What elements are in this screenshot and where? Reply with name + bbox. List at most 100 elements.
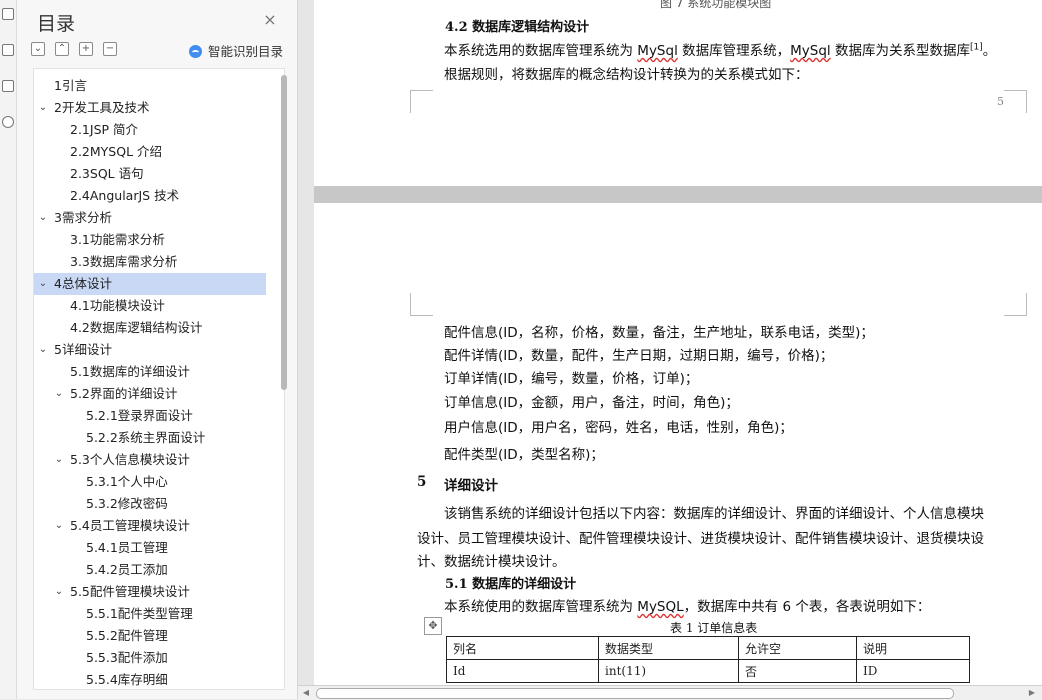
close-icon[interactable]: × [262, 12, 278, 28]
toc-item[interactable]: 5.4.2员工添加 [34, 559, 266, 581]
table-cell: ID [856, 659, 970, 683]
chevron-down-icon[interactable]: ⌄ [54, 515, 64, 537]
toc-list: 1引言 ⌄ 2开发工具及技术 2.1JSP 简介 2.2MYSQL 介绍 2.3SQL 语… [33, 68, 285, 690]
toc-item-label: 1引言 [54, 78, 87, 93]
toc-item[interactable]: ⌄ 5.4员工管理模块设计 [34, 515, 266, 537]
document-page [314, 0, 1042, 186]
toc-item[interactable]: ⌄ 5.5配件管理模块设计 [34, 581, 266, 603]
toc-item-label: 2开发工具及技术 [54, 100, 150, 115]
toc-item[interactable]: 5.1数据库的详细设计 [34, 361, 266, 383]
toc-item[interactable]: 2.2MYSQL 介绍 [34, 141, 266, 163]
scroll-thumb[interactable] [316, 688, 954, 699]
scroll-left-icon[interactable]: ◀ [300, 687, 312, 699]
table-header-cell: 说明 [856, 636, 970, 660]
search-icon[interactable] [2, 116, 14, 128]
remove-heading-icon[interactable]: − [103, 42, 117, 56]
toc-item[interactable]: 5.3.2修改密码 [34, 493, 266, 515]
toc-item[interactable]: ⌄ 5详细设计 [34, 339, 266, 361]
toc-item[interactable]: ⌄ 5.3个人信息模块设计 [34, 449, 266, 471]
toc-item-label: 5详细设计 [54, 342, 112, 357]
chevron-down-icon[interactable]: ⌄ [38, 339, 48, 361]
toc-item-label: 3.1功能需求分析 [70, 232, 165, 247]
table-cell: Id [446, 659, 599, 683]
toc-item-label: 5.4员工管理模块设计 [70, 518, 190, 533]
horizontal-scrollbar[interactable]: ◀ ▶ [298, 685, 1042, 700]
page-number: 5 [997, 95, 1004, 108]
toc-title: 目录 [37, 13, 76, 35]
smart-toc-button[interactable]: 智能识别目录 [189, 41, 283, 60]
section-heading: 详细设计 [444, 478, 498, 494]
section-number: 5 [417, 474, 427, 490]
toc-item[interactable]: 5.5.4库存明细 [34, 669, 266, 689]
section-heading: 4.2 数据库逻辑结构设计 [445, 20, 590, 35]
order-info-table: 列名 数据类型 允许空 说明 Id int(11) 否 ID [446, 636, 970, 683]
chevron-down-icon[interactable]: ⌄ [54, 581, 64, 603]
toc-item-label: 5.3.2修改密码 [86, 496, 168, 511]
toc-item[interactable]: 5.2.2系统主界面设计 [34, 427, 266, 449]
toc-item[interactable]: 5.5.3配件添加 [34, 647, 266, 669]
scroll-right-icon[interactable]: ▶ [1026, 687, 1038, 699]
toc-item-label: 5.2界面的详细设计 [70, 386, 178, 401]
toc-item[interactable]: 4.1功能模块设计 [34, 295, 266, 317]
document-canvas [298, 0, 1042, 685]
toc-item[interactable]: 5.3.1个人中心 [34, 471, 266, 493]
toc-item-label: 5.3个人信息模块设计 [70, 452, 190, 467]
table-row: Id int(11) 否 ID [446, 659, 970, 683]
toc-item-label: 5.2.2系统主界面设计 [86, 430, 206, 445]
page-corner-mark [410, 293, 433, 316]
paragraph-line: 计、数据统计模块设计。 [417, 554, 566, 570]
page-corner-mark [410, 90, 433, 113]
toc-item[interactable]: 5.5.1配件类型管理 [34, 603, 266, 625]
bookmark-icon[interactable] [2, 44, 14, 56]
paragraph-line: 根据规则，将数据库的概念结构设计转换为的关系模式如下： [444, 67, 809, 83]
toc-item[interactable]: 1引言 [34, 75, 266, 97]
toc-item[interactable]: 3.1功能需求分析 [34, 229, 266, 251]
relation-schema-line: 配件信息(ID，名称，价格，数量，备注，生产地址，联系电话，类型)； [444, 325, 874, 341]
toc-item-label: 5.4.2员工添加 [86, 562, 168, 577]
toc-item[interactable]: 5.5.2配件管理 [34, 625, 266, 647]
toc-item[interactable]: 5.4.1员工管理 [34, 537, 266, 559]
relation-schema-line: 配件类型(ID，类型名称)； [444, 447, 604, 463]
table-header-cell: 允许空 [738, 636, 857, 660]
smart-recognize-icon [189, 45, 202, 58]
chevron-down-icon[interactable]: ⌄ [38, 273, 48, 295]
paragraph-line: 本系统选用的数据库管理系统为 MySql 数据库管理系统，MySql 数据库为关… [444, 42, 997, 60]
chevron-down-icon[interactable]: ⌄ [54, 449, 64, 471]
table-header-cell: 数据类型 [598, 636, 739, 660]
toc-item[interactable]: 2.1JSP 简介 [34, 119, 266, 141]
paragraph-line: 设计、员工管理模块设计、配件管理模块设计、进货模块设计、配件销售模块设计、退货模… [417, 531, 984, 547]
page-gap [314, 186, 1042, 203]
add-heading-icon[interactable]: + [79, 42, 93, 56]
list-icon[interactable] [2, 8, 14, 20]
toc-scrollbar[interactable] [281, 75, 287, 390]
expand-all-icon[interactable]: ⌃ [55, 42, 69, 56]
toc-item-label: 5.1数据库的详细设计 [70, 364, 190, 379]
chevron-down-icon[interactable]: ⌄ [38, 97, 48, 119]
toc-item[interactable]: ⌄ 4总体设计 [34, 273, 266, 295]
page-icon[interactable] [2, 80, 14, 92]
toc-item[interactable]: ⌄ 5.2界面的详细设计 [34, 383, 266, 405]
toc-item[interactable]: 3.3数据库需求分析 [34, 251, 266, 273]
toc-item-label: 2.3SQL 语句 [70, 166, 144, 181]
toc-item-label: 5.5.4库存明细 [86, 672, 168, 687]
toc-item-label: 5.4.1员工管理 [86, 540, 168, 555]
toc-item[interactable]: 2.3SQL 语句 [34, 163, 266, 185]
page-corner-mark [1004, 293, 1027, 316]
table-caption: 表 1 订单信息表 [670, 621, 758, 635]
toc-item-label: 2.4AngularJS 技术 [70, 188, 180, 203]
toc-item[interactable]: 5.2.1登录界面设计 [34, 405, 266, 427]
toc-item[interactable]: ⌄ 2开发工具及技术 [34, 97, 266, 119]
page-corner-mark [1004, 90, 1027, 113]
relation-schema-line: 用户信息(ID，用户名，密码，姓名，电话，性别，角色)； [444, 420, 793, 436]
toc-item-label: 3.3数据库需求分析 [70, 254, 178, 269]
relation-schema-line: 订单详情(ID，编号，数量，价格，订单)； [444, 371, 699, 387]
collapse-all-icon[interactable]: ⌄ [31, 42, 45, 56]
toc-item-label: 2.2MYSQL 介绍 [70, 144, 163, 159]
chevron-down-icon[interactable]: ⌄ [38, 207, 48, 229]
table-move-handle-icon[interactable]: ✥ [424, 617, 442, 635]
toc-panel: 目录 × ⌄ ⌃ + − 智能识别目录 1引言 ⌄ 2开发工具及技术 2.1JSP 简… [17, 0, 298, 699]
toc-item[interactable]: 4.2数据库逻辑结构设计 [34, 317, 266, 339]
toc-item[interactable]: 2.4AngularJS 技术 [34, 185, 266, 207]
chevron-down-icon[interactable]: ⌄ [54, 383, 64, 405]
toc-item[interactable]: ⌄ 3需求分析 [34, 207, 266, 229]
